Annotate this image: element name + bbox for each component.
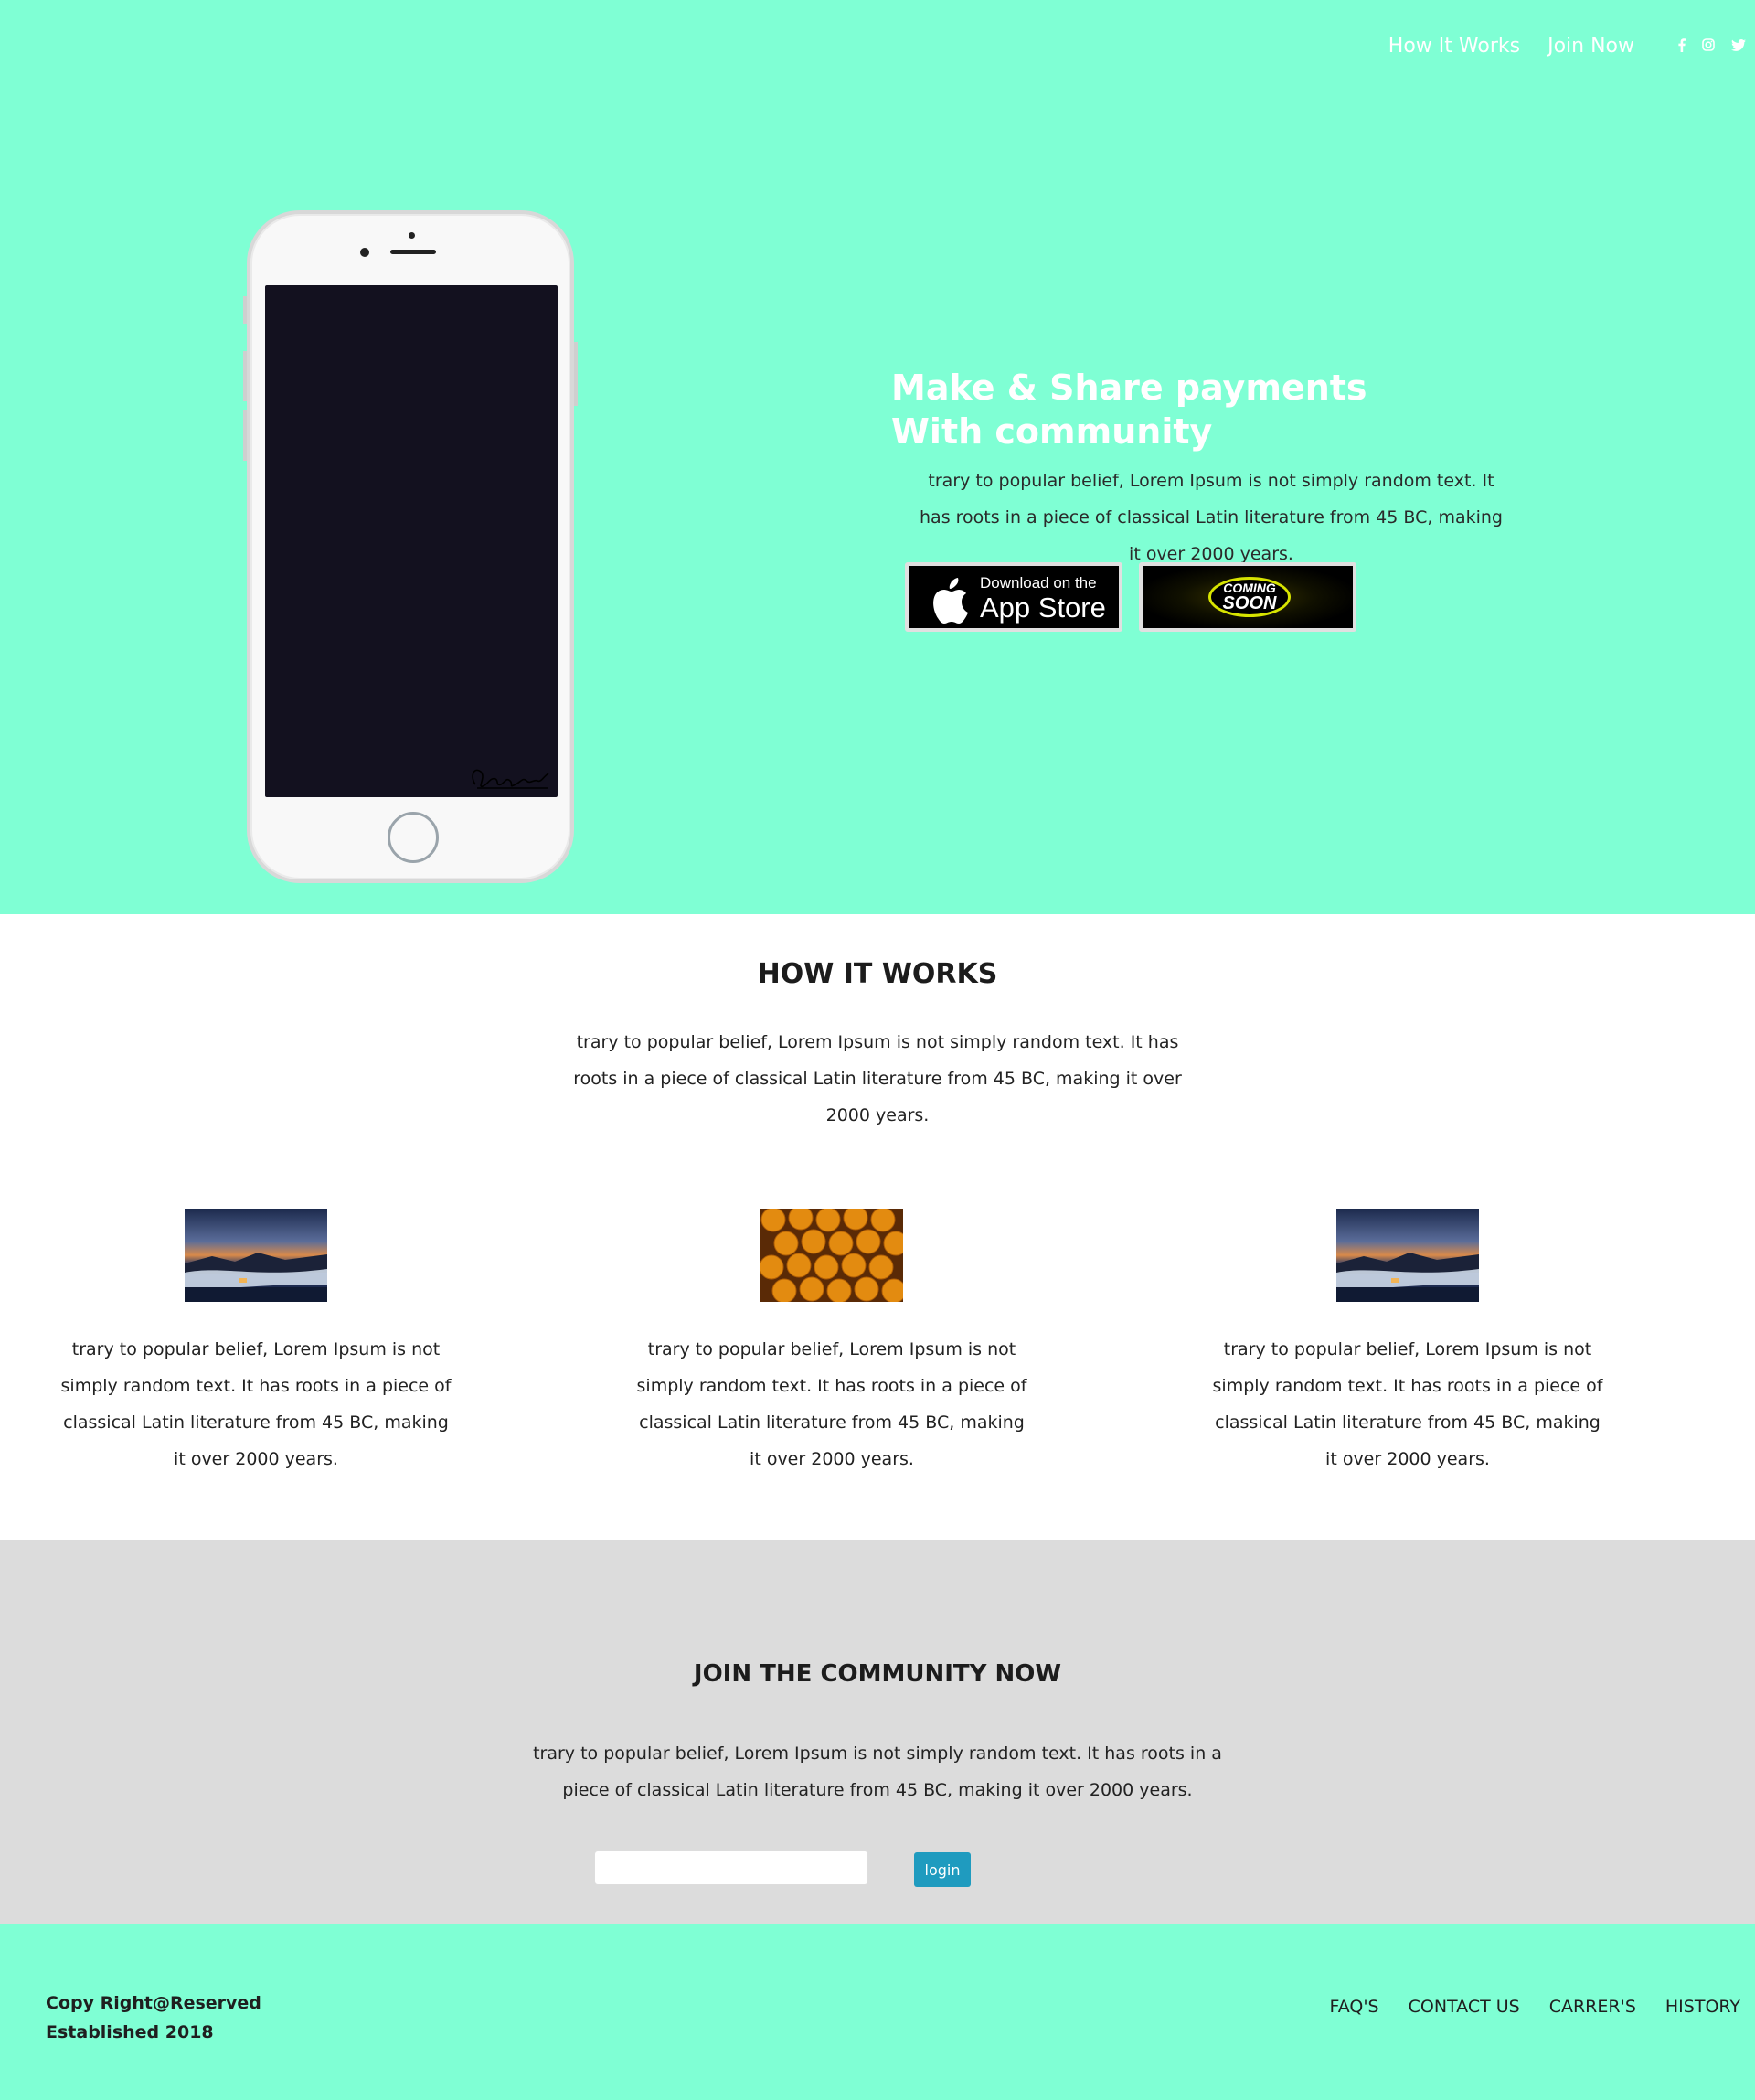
feature-text: trary to popular belief, Lorem Ipsum is … xyxy=(60,1339,452,1469)
how-it-works-title: HOW IT WORKS xyxy=(757,958,998,990)
hero-section: How It Works Join Now Make & Share payme… xyxy=(0,0,1755,914)
feature-card: trary to popular belief, Lorem Ipsum is … xyxy=(622,1205,1042,1477)
feature-text: trary to popular belief, Lorem Ipsum is … xyxy=(1212,1339,1603,1469)
coming-soon-button[interactable]: COMING SOON xyxy=(1139,562,1356,632)
app-store-line1: Download on the xyxy=(980,574,1097,592)
feature-card: trary to popular belief, Lorem Ipsum is … xyxy=(1197,1209,1618,1477)
apple-icon xyxy=(933,578,968,624)
oranges-image xyxy=(759,1205,909,1304)
twitter-icon[interactable] xyxy=(1731,38,1746,54)
phone-speaker xyxy=(390,250,436,254)
join-community-section: JOIN THE COMMUNITY NOW trary to popular … xyxy=(0,1540,1755,1924)
phone-home-button xyxy=(388,812,439,863)
join-intro: trary to popular belief, Lorem Ipsum is … xyxy=(533,1743,1222,1800)
coming-soon-badge: COMING SOON xyxy=(1208,577,1291,617)
footer-link-contact-us[interactable]: CONTACT US xyxy=(1409,1997,1520,2017)
app-store-button[interactable]: Download on the App Store xyxy=(905,562,1122,632)
nav-how-it-works-link[interactable]: How It Works xyxy=(1388,35,1520,58)
phone-camera xyxy=(360,248,369,257)
hero-title: Make & Share payments With community xyxy=(891,368,1367,452)
mountain-landscape-image xyxy=(185,1209,327,1302)
how-it-works-intro: trary to popular belief, Lorem Ipsum is … xyxy=(573,1032,1182,1125)
footer: Copy Right@Reserved Established 2018 FAQ… xyxy=(0,1924,1755,2100)
feature-text: trary to popular belief, Lorem Ipsum is … xyxy=(636,1339,1027,1469)
join-input[interactable] xyxy=(594,1850,868,1885)
established-text: Established 2018 xyxy=(46,2022,214,2042)
join-title: JOIN THE COMMUNITY NOW xyxy=(693,1660,1062,1688)
footer-links: FAQ'S CONTACT US CARRER'S HISTORY xyxy=(1301,1997,1740,2017)
footer-link-history[interactable]: HISTORY xyxy=(1665,1997,1740,2017)
phone-screen xyxy=(265,285,558,797)
top-nav: How It Works Join Now xyxy=(1388,35,1746,58)
facebook-icon[interactable] xyxy=(1678,37,1686,55)
feature-card: trary to popular belief, Lorem Ipsum is … xyxy=(46,1209,466,1477)
hero-description: trary to popular belief, Lorem Ipsum is … xyxy=(920,471,1503,564)
mountain-landscape-image xyxy=(1336,1209,1479,1302)
copyright-text: Copy Right@Reserved xyxy=(46,1993,261,2013)
footer-copyright: Copy Right@Reserved Established 2018 xyxy=(46,1988,261,2047)
hero-copy: Make & Share payments With community trar… xyxy=(891,366,1549,572)
footer-link-careers[interactable]: CARRER'S xyxy=(1549,1997,1636,2017)
login-button[interactable]: login xyxy=(914,1852,971,1887)
signature-image xyxy=(472,769,549,789)
footer-link-faqs[interactable]: FAQ'S xyxy=(1330,1997,1379,2017)
instagram-icon[interactable] xyxy=(1702,38,1715,54)
how-it-works-section: HOW IT WORKS trary to popular belief, Lo… xyxy=(0,914,1755,1540)
social-links xyxy=(1662,37,1746,55)
nav-join-now-link[interactable]: Join Now xyxy=(1548,35,1634,58)
app-store-line2: App Store xyxy=(980,592,1106,624)
phone-sensor xyxy=(409,232,415,239)
phone-mockup xyxy=(243,210,578,883)
